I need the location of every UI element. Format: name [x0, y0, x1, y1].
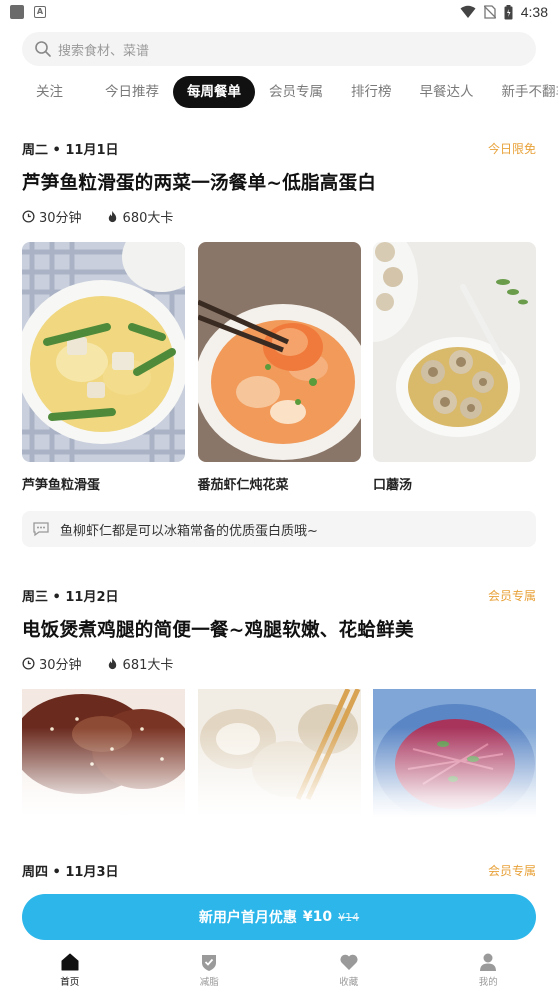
dish-photo-purple-cabbage[interactable] [373, 689, 536, 817]
chat-bubble-icon [33, 522, 49, 537]
nav-label: 减脂 [199, 977, 219, 988]
dish-name: 芦笋鱼粒滑蛋 [22, 478, 101, 493]
new-user-promo-button[interactable]: 新用户首月优惠 ¥10 ¥14 [22, 894, 536, 940]
promo-old-price: ¥14 [338, 910, 360, 924]
clock-icon [22, 657, 35, 670]
heart-icon [340, 954, 358, 970]
promo-price: ¥10 [302, 909, 333, 925]
tip-text: 鱼柳虾仁都是可以冰箱常备的优质蛋白质哦~ [60, 523, 318, 539]
nav-label: 收藏 [339, 977, 359, 988]
clock-icon [22, 210, 35, 223]
menu-title: 电饭煲煮鸡腿的简便一餐~鸡腿软嫩、花蛤鲜美 [22, 620, 414, 641]
menu-date: 周三 • 11月2日 [22, 589, 119, 605]
menu-card[interactable]: 周三 • 11月2日 会员专属 电饭煲煮鸡腿的简便一餐~鸡腿软嫩、花蛤鲜美 30… [22, 586, 536, 817]
flame-icon [108, 210, 116, 223]
promo-label: 新用户首月优惠 [198, 910, 297, 926]
nav-label: 我的 [478, 977, 498, 988]
menu-card[interactable]: 周四 • 11月3日 会员专属 [22, 861, 536, 880]
category-tabs: 关注 今日推荐 每周餐单 会员专属 排行榜 早餐达人 新手不翻车 [0, 76, 558, 108]
dish-name: 番茄虾仁炖花菜 [197, 478, 289, 493]
free-today-badge: 今日限免 [487, 141, 536, 156]
tab-weekly-menu[interactable]: 每周餐单 [173, 76, 255, 108]
menu-title: 芦笋鱼粒滑蛋的两菜一汤餐单~低脂高蛋白 [22, 173, 377, 194]
dish-photo-clams[interactable] [197, 689, 361, 817]
cook-time: 30分钟 [39, 211, 82, 226]
tab-beginner[interactable]: 新手不翻车 [488, 76, 558, 108]
status-bar: A 4:38 [0, 0, 558, 24]
shield-check-icon [202, 955, 217, 971]
search-icon [35, 41, 51, 57]
calories: 680大卡 [122, 211, 174, 226]
a-notification-icon: A [34, 6, 46, 18]
bottom-nav: 首页 减脂 收藏 我的 [0, 948, 558, 992]
calories: 681大卡 [122, 658, 174, 673]
nav-home[interactable]: 首页 [0, 948, 140, 992]
person-icon [480, 953, 497, 971]
member-badge: 会员专属 [487, 863, 536, 878]
nav-profile[interactable]: 我的 [419, 948, 558, 992]
member-badge: 会员专属 [487, 588, 536, 603]
dish-name: 口蘑汤 [373, 478, 413, 493]
dish-photo-chicken-leg[interactable] [22, 689, 185, 817]
search-placeholder: 搜索食材、菜谱 [58, 43, 150, 59]
menu-date: 周四 • 11月3日 [22, 864, 119, 880]
tab-member-exclusive[interactable]: 会员专属 [255, 76, 337, 108]
tab-breakfast-expert[interactable]: 早餐达人 [406, 76, 488, 108]
home-icon [61, 953, 79, 971]
cook-time: 30分钟 [39, 658, 82, 673]
clock: 4:38 [520, 4, 548, 20]
app-notification-icon [10, 5, 24, 19]
menu-card[interactable]: 周二 • 11月1日 今日限免 芦笋鱼粒滑蛋的两菜一汤餐单~低脂高蛋白 30分钟… [22, 139, 536, 547]
tab-follow[interactable]: 关注 [22, 76, 77, 108]
no-sim-icon [483, 5, 496, 19]
nav-favorites[interactable]: 收藏 [279, 948, 419, 992]
dish-photo-tomato-shrimp[interactable] [197, 242, 361, 462]
menu-tip: 鱼柳虾仁都是可以冰箱常备的优质蛋白质哦~ [22, 511, 536, 547]
tab-ranking[interactable]: 排行榜 [337, 76, 406, 108]
dish-photo-asparagus-eggs[interactable] [22, 242, 185, 462]
nav-label: 首页 [60, 977, 80, 988]
wifi-icon [460, 5, 476, 18]
dish-photo-mushroom-soup[interactable] [373, 242, 536, 462]
flame-icon [108, 657, 116, 670]
tab-today-recommend[interactable]: 今日推荐 [91, 76, 173, 108]
nav-fat-loss[interactable]: 减脂 [140, 948, 280, 992]
menu-date: 周二 • 11月1日 [22, 142, 119, 158]
search-input[interactable]: 搜索食材、菜谱 [22, 32, 536, 66]
battery-icon [504, 4, 513, 19]
